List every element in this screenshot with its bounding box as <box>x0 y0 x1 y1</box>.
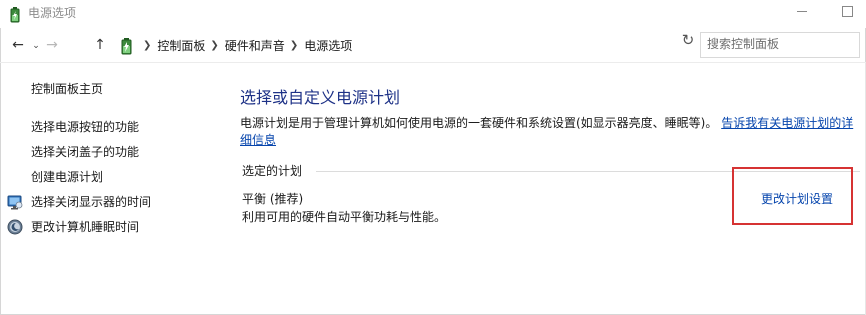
sleep-moon-icon <box>7 219 23 235</box>
search-input[interactable] <box>707 36 852 52</box>
address-bar[interactable]: ❯ 控制面板 ❯ 硬件和声音 ❯ 电源选项 ⌄ <box>113 32 786 58</box>
sidebar-item-lid-close[interactable]: 选择关闭盖子的功能 <box>31 144 139 160</box>
refresh-icon[interactable]: ↻ <box>680 31 696 49</box>
sidebar-item-create-plan[interactable]: 创建电源计划 <box>31 169 103 185</box>
sidebar-item-power-button[interactable]: 选择电源按钮的功能 <box>31 119 139 135</box>
window-title: 电源选项 <box>28 6 77 20</box>
plan-description: 利用可用的硬件自动平衡功耗与性能。 <box>242 210 447 224</box>
breadcrumb: ❯ 控制面板 ❯ 硬件和声音 ❯ 电源选项 <box>138 33 352 57</box>
sidebar-item-control-panel-home[interactable]: 控制面板主页 <box>31 81 103 97</box>
sidebar: 控制面板主页 选择电源按钮的功能 选择关闭盖子的功能 创建电源计划 选择关闭显示… <box>0 63 225 315</box>
sidebar-item-display-off-time[interactable]: 选择关闭显示器的时间 <box>31 194 151 210</box>
monitor-icon <box>7 195 23 210</box>
description-text: 电源计划是用于管理计算机如何使用电源的一套硬件和系统设置(如显示器亮度、睡眠等)… <box>240 116 718 130</box>
breadcrumb-separator-icon: ❯ <box>143 39 152 51</box>
sidebar-item-sleep-time[interactable]: 更改计算机睡眠时间 <box>31 219 139 235</box>
up-arrow-icon[interactable]: ↑ <box>91 36 109 54</box>
plan-name: 平衡 (推荐) <box>242 192 304 206</box>
change-plan-settings-link[interactable]: 更改计划设置 <box>761 191 833 207</box>
power-options-battery-icon <box>10 7 20 23</box>
page-description: 电源计划是用于管理计算机如何使用电源的一套硬件和系统设置(如显示器亮度、睡眠等)… <box>240 115 860 149</box>
breadcrumb-hardware-sound[interactable]: 硬件和声音 <box>225 37 285 54</box>
page-title: 选择或自定义电源计划 <box>240 88 401 107</box>
navigation-bar: ← ⌄ → ↑ ❯ 控制面板 ❯ 硬件和声音 ❯ 电源选项 ⌄ ↻ <box>0 28 866 62</box>
back-arrow-icon[interactable]: ← <box>9 36 27 54</box>
breadcrumb-power-options[interactable]: 电源选项 <box>304 37 352 54</box>
selected-plan-group-label: 选定的计划 <box>242 164 303 178</box>
main-content: 选择或自定义电源计划 电源计划是用于管理计算机如何使用电源的一套硬件和系统设置(… <box>225 63 866 315</box>
group-divider <box>316 171 860 172</box>
forward-arrow-icon[interactable]: → <box>43 36 61 54</box>
power-options-battery-icon <box>121 38 132 55</box>
title-bar: 电源选项 <box>0 0 866 28</box>
breadcrumb-separator-icon[interactable]: ❯ <box>210 40 218 51</box>
maximize-icon[interactable] <box>836 0 860 24</box>
breadcrumb-separator-icon[interactable]: ❯ <box>290 40 298 51</box>
minimize-icon[interactable] <box>791 0 813 24</box>
search-box[interactable] <box>700 32 860 58</box>
breadcrumb-control-panel[interactable]: 控制面板 <box>157 37 205 54</box>
